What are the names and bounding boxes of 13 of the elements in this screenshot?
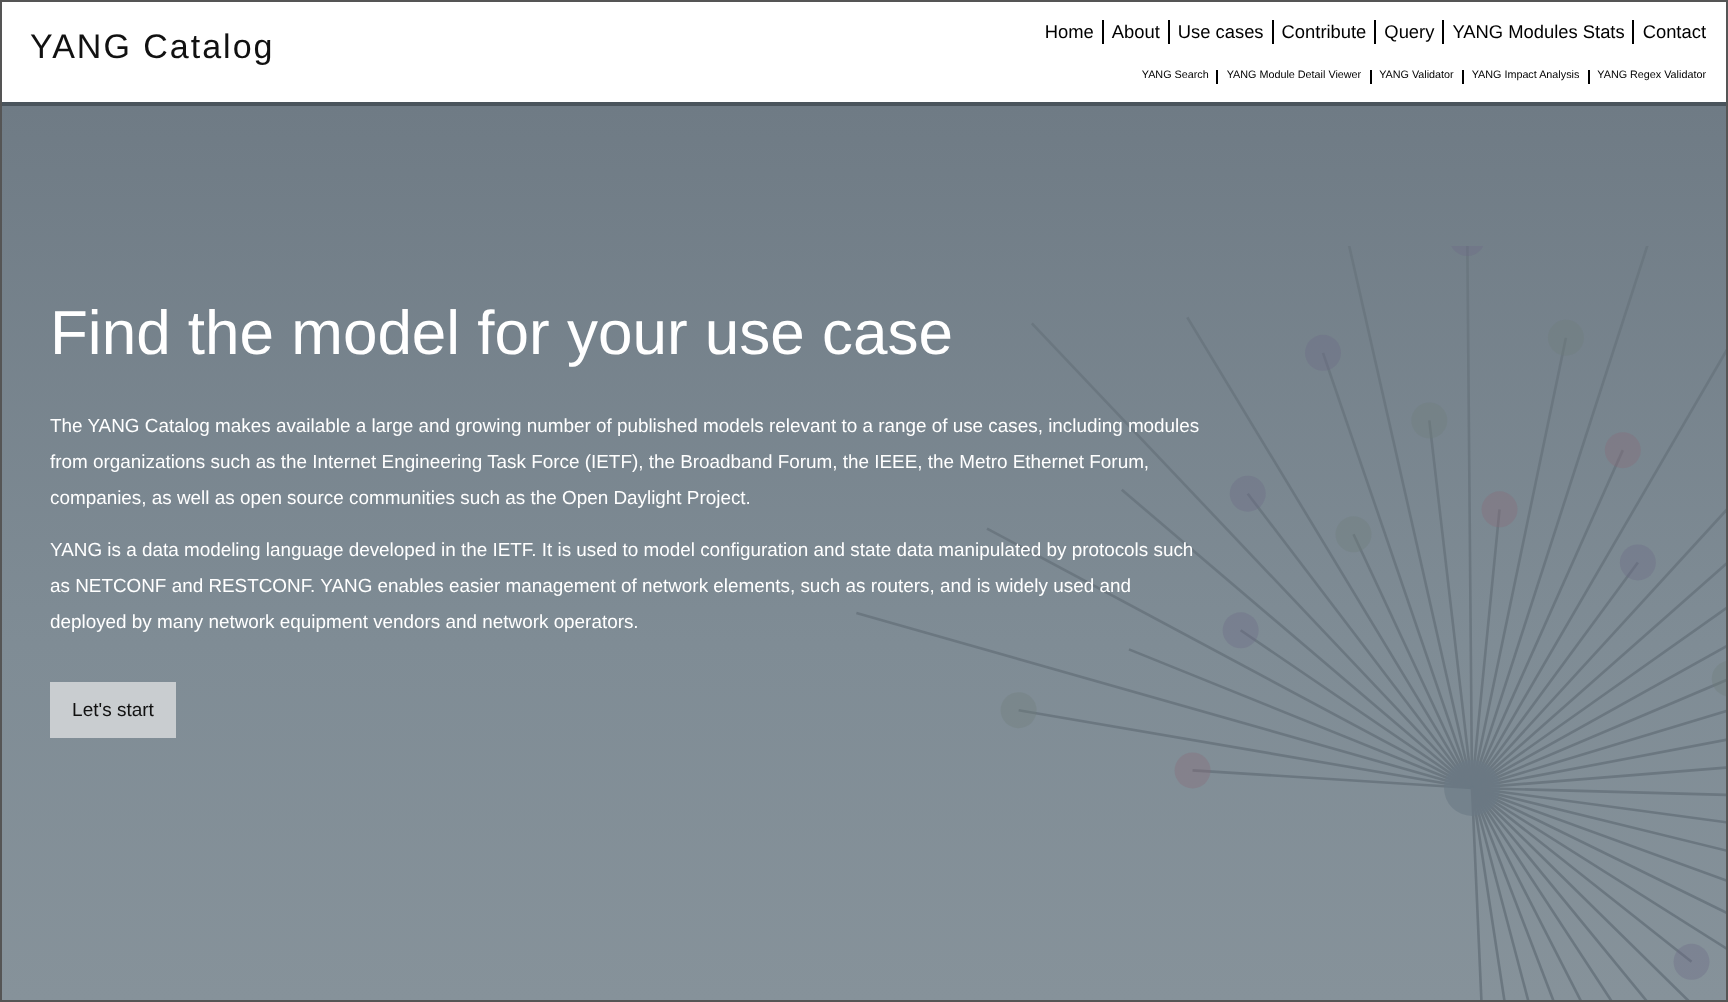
nav-link[interactable]: Query (1374, 20, 1443, 44)
nav-link[interactable]: Contribute (1271, 20, 1375, 44)
site-logo[interactable]: YANG Catalog (30, 28, 275, 102)
hero-title: Find the model for your use case (50, 298, 955, 370)
nav-link[interactable]: Contact (1632, 20, 1706, 44)
hero-paragraph: The YANG Catalog makes available a large and growing number of published models relevant to a range of use cases, including modules from organizations such as the Internet Engineering Task Force (IETF), the Broadband Forum, the IEEE, the Metro Ethernet Forum, companies, as well as open source communities such as the Open Daylight Project. (50, 414, 1202, 514)
nav-link[interactable]: YANG Modules Stats (1442, 20, 1633, 44)
nav-link[interactable]: Home (1036, 20, 1102, 44)
graph-hub-node (1444, 760, 1500, 816)
lets-start-button[interactable]: Let's start (50, 682, 176, 738)
nav-link[interactable]: About (1101, 20, 1168, 44)
hero-paragraph: YANG is a data modeling language developed in the IETF. It is used to model configuration and state data manipulated by protocols such as NETCONF and RESTCONF. YANG enables easier management of network elements, such as routers, and is widely used and deployed by many network equipment vendors and network operators. (50, 538, 1196, 638)
nav-link[interactable]: Use cases (1167, 20, 1272, 44)
